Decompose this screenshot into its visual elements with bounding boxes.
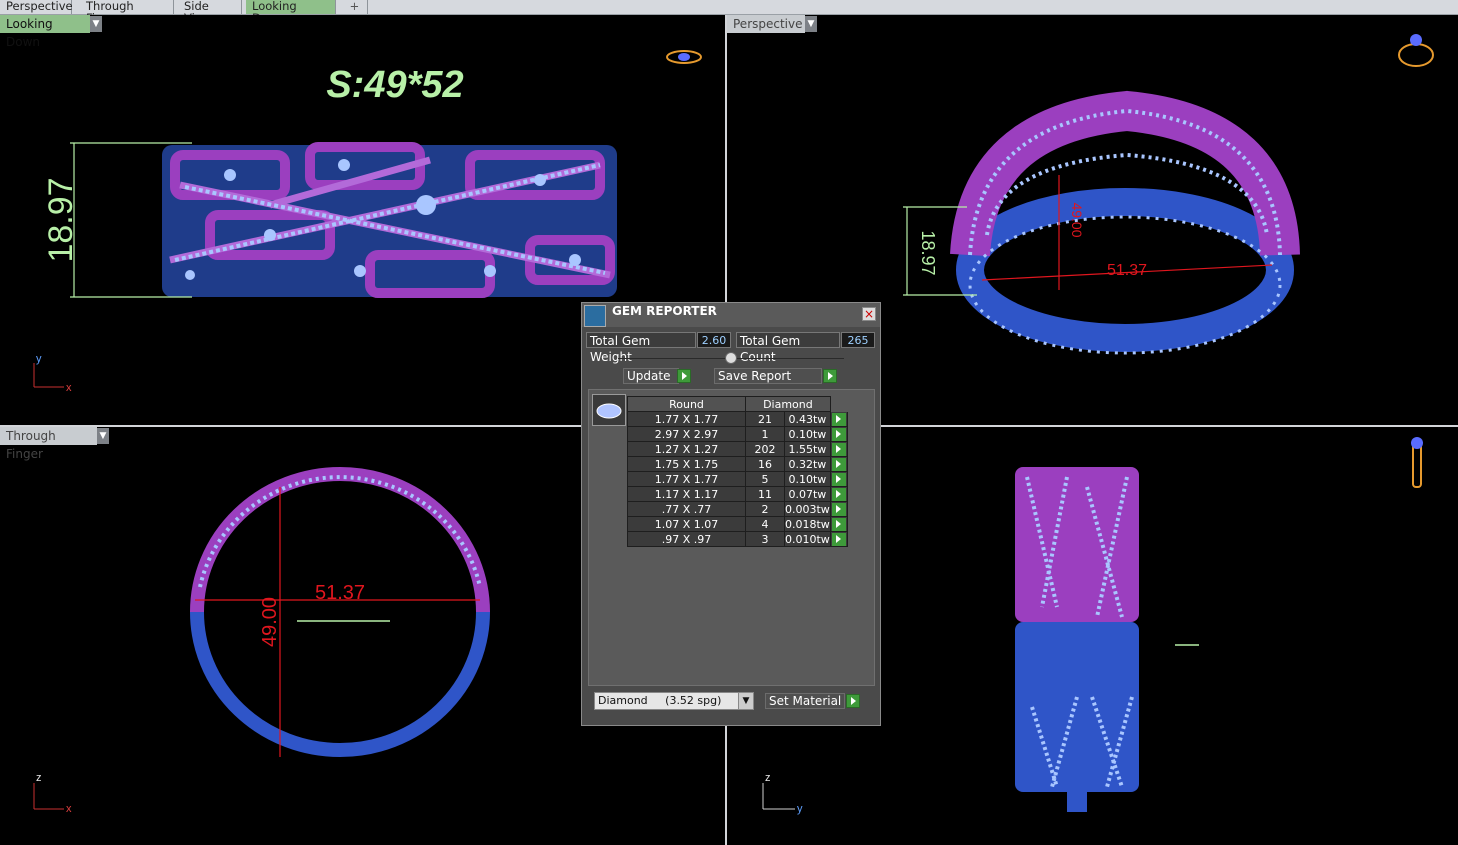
row-go-icon[interactable] [831, 487, 846, 501]
table-row[interactable]: 2.97 X 2.97 1 0.10tw [627, 426, 848, 442]
row-go-icon[interactable] [831, 472, 846, 486]
column-header-material: Diamond [745, 396, 831, 412]
chevron-down-icon[interactable]: ▼ [738, 693, 753, 709]
collapse-handle-icon[interactable] [725, 352, 737, 364]
gem-table: Round Diamond 1.77 X 1.77 21 0.43tw 2.97 X… [627, 396, 848, 547]
round-gem-icon[interactable] [592, 394, 626, 426]
table-row[interactable]: 1.77 X 1.77 5 0.10tw [627, 471, 848, 487]
set-material-button[interactable]: Set Material [765, 693, 845, 709]
total-count-label: Total Gem Count [736, 332, 840, 364]
axis-z-label: z [765, 772, 771, 784]
tab-side-view[interactable]: Side View [178, 0, 242, 24]
close-icon[interactable]: × [862, 307, 876, 321]
depth-dimension: 49.00 [1069, 202, 1085, 237]
save-report-button[interactable]: Save Report [714, 368, 822, 384]
axis-y-label: y [36, 353, 42, 365]
save-report-go-icon[interactable] [823, 369, 837, 383]
gem-reporter-dialog: GEM REPORTER × Total Gem Weight 2.60 Tot… [581, 302, 881, 726]
material-select[interactable]: Diamond (3.52 spg) ▼ [594, 692, 754, 710]
material-select-value: Diamond (3.52 spg) [598, 694, 722, 707]
table-row[interactable]: .97 X .97 3 0.010tw [627, 531, 848, 547]
update-go-icon[interactable] [677, 369, 691, 383]
tab-through-finger[interactable]: Through Finger [80, 0, 174, 24]
axis-x-label: x [66, 803, 72, 815]
tab-looking-down[interactable]: Looking Down [246, 0, 336, 24]
tab-perspective[interactable]: Perspective [0, 0, 73, 14]
row-go-icon[interactable] [831, 427, 846, 441]
table-row[interactable]: 1.77 X 1.77 21 0.43tw [627, 411, 848, 427]
dialog-title: GEM REPORTER [612, 304, 717, 318]
update-button[interactable]: Update [623, 368, 679, 384]
table-row[interactable]: 1.27 X 1.27 202 1.55tw [627, 441, 848, 457]
total-count-value: 265 [841, 332, 875, 348]
table-row[interactable]: 1.07 X 1.07 4 0.018tw [627, 516, 848, 532]
gem-reporter-icon [584, 305, 606, 327]
table-row[interactable]: .77 X .77 2 0.003tw [627, 501, 848, 517]
height-dimension: 49.00 [259, 597, 281, 647]
width-dimension: 51.37 [1107, 262, 1147, 279]
row-go-icon[interactable] [831, 442, 846, 456]
axis-x-label: x [66, 382, 72, 394]
total-weight-label: Total Gem Weight [586, 332, 696, 364]
row-go-icon[interactable] [831, 517, 846, 531]
dialog-title-bar[interactable]: GEM REPORTER × [582, 303, 880, 327]
total-weight-value: 2.60 [697, 332, 731, 348]
column-header-shape: Round [627, 396, 746, 412]
height-dimension: 18.97 [42, 177, 80, 262]
size-annotation: S:49*52 [326, 64, 463, 106]
set-material-go-icon[interactable] [846, 694, 860, 708]
row-go-icon[interactable] [831, 532, 846, 546]
axis-z-label: z [36, 772, 42, 784]
row-go-icon[interactable] [831, 457, 846, 471]
table-row[interactable]: 1.17 X 1.17 11 0.07tw [627, 486, 848, 502]
width-dimension: 51.37 [315, 582, 365, 604]
row-go-icon[interactable] [831, 412, 846, 426]
view-tab-bar: Perspective Through Finger Side View Loo… [0, 0, 1458, 24]
table-row[interactable]: 1.75 X 1.75 16 0.32tw [627, 456, 848, 472]
add-tab-button[interactable]: + [342, 0, 368, 14]
axis-y-label: y [797, 803, 803, 815]
row-go-icon[interactable] [831, 502, 846, 516]
gem-list-panel: Round Diamond 1.77 X 1.77 21 0.43tw 2.97 X… [588, 389, 875, 686]
height-dimension: 18.97 [918, 230, 938, 275]
